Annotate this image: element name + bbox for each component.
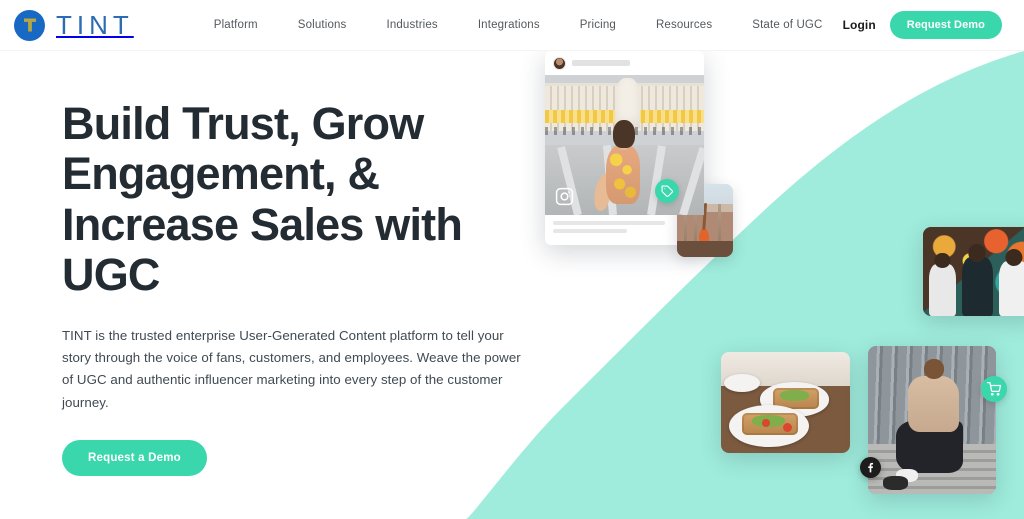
shopping-cart-icon [981,376,1007,402]
username-placeholder [572,60,630,66]
hero-subtitle: TINT is the trusted enterprise User-Gene… [62,327,521,410]
nav-item-pricing[interactable]: Pricing [560,13,636,37]
street-style-card[interactable] [860,346,1007,494]
food-card[interactable] [721,352,850,453]
main-navigation: Platform Solutions Industries Integratio… [194,13,843,37]
nav-item-platform[interactable]: Platform [194,13,278,37]
hero-section: Build Trust, Grow Engagement, & Increase… [0,51,1024,519]
request-demo-button[interactable]: Request Demo [889,11,1002,39]
site-header: TINT Platform Solutions Industries Integ… [0,0,1024,51]
brand-wordmark: TINT [56,10,134,40]
instagram-card-photo [545,75,704,215]
instagram-icon [553,185,575,207]
instagram-card-header [545,51,704,75]
nav-item-industries[interactable]: Industries [366,13,457,37]
nav-item-resources[interactable]: Resources [636,13,732,37]
mural-card-photo [923,227,1024,316]
tag-icon [655,179,679,203]
hero-image-collage [545,51,1024,519]
tint-logo-icon [14,9,45,41]
street-style-card-photo [868,346,996,494]
nav-item-state-of-ugc[interactable]: State of UGC [732,13,842,37]
mural-card[interactable] [923,227,1024,316]
brand-logo-link[interactable]: TINT [14,9,134,41]
facebook-icon [860,457,881,478]
nav-item-integrations[interactable]: Integrations [458,13,560,37]
food-card-photo [721,352,850,453]
header-actions: Login Request Demo [843,11,1010,39]
request-a-demo-button[interactable]: Request a Demo [62,439,207,476]
avatar [553,56,566,70]
hero-copy: Build Trust, Grow Engagement, & Increase… [0,51,545,519]
hero-title: Build Trust, Grow Engagement, & Increase… [62,98,463,301]
nav-item-solutions[interactable]: Solutions [278,13,367,37]
login-link[interactable]: Login [843,18,876,32]
